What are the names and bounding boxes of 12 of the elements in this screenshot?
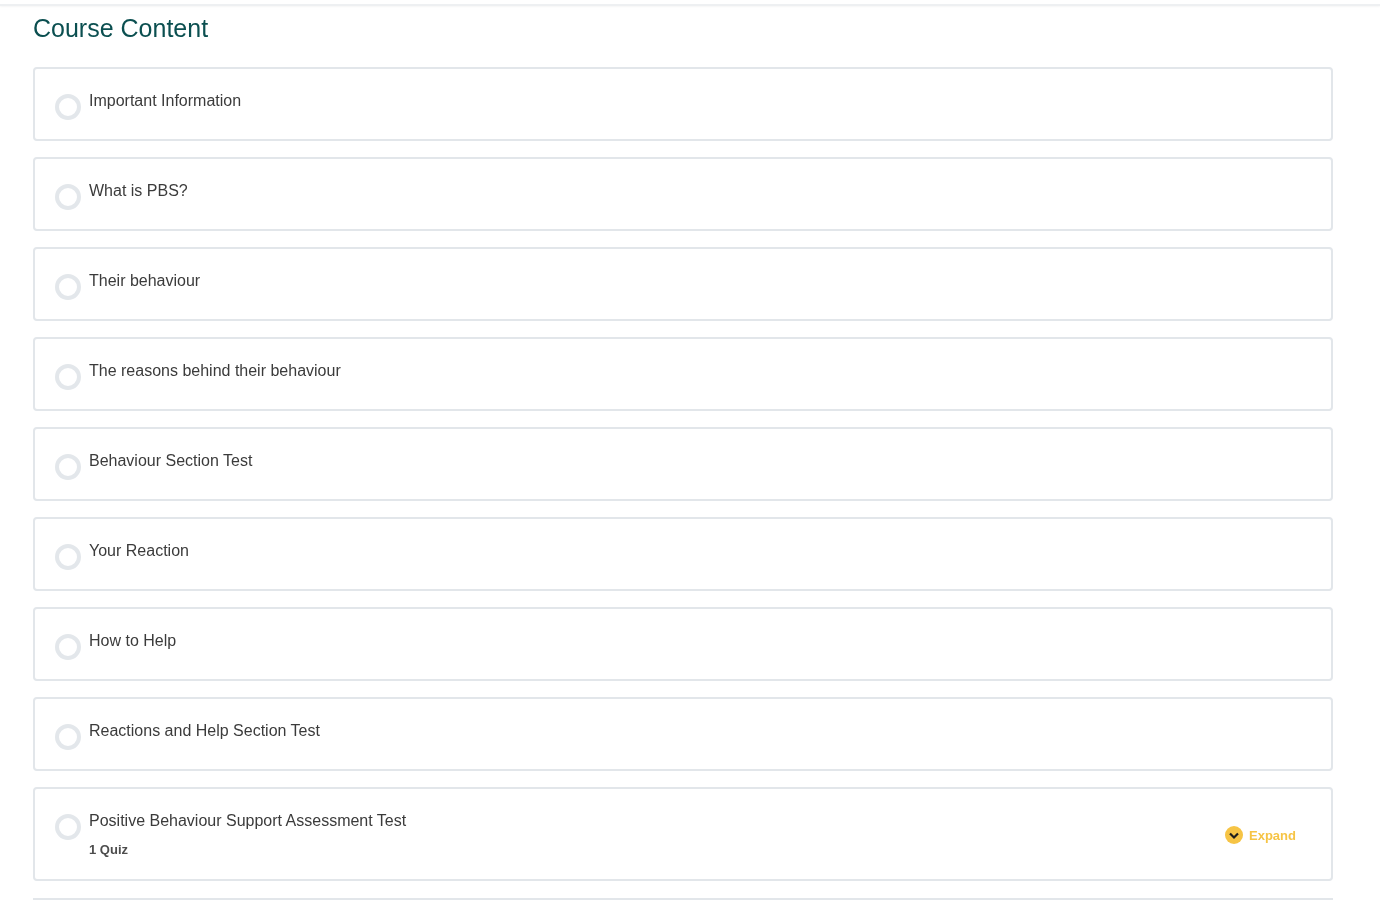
lesson-title-link[interactable]: Reactions and Help Section Test (89, 720, 320, 742)
lesson-title-link[interactable]: How to Help (89, 630, 177, 652)
lesson-title-link[interactable]: Behaviour Section Test (89, 450, 253, 472)
lesson-title-link[interactable]: Your Reaction (89, 540, 189, 562)
lesson-title-link[interactable]: The reasons behind their behaviour (89, 360, 341, 382)
page-title: Course Content (33, 13, 209, 43)
lesson-title-link[interactable]: Their behaviour (89, 270, 201, 292)
chevron-down-icon (1225, 826, 1244, 844)
quiz-count: 1 Quiz (89, 841, 128, 859)
lesson-title-link[interactable]: Positive Behaviour Support Assessment Test (89, 810, 407, 832)
lesson-title-link[interactable]: What is PBS? (89, 180, 188, 202)
lesson-title-link[interactable]: Important Information (89, 90, 242, 112)
